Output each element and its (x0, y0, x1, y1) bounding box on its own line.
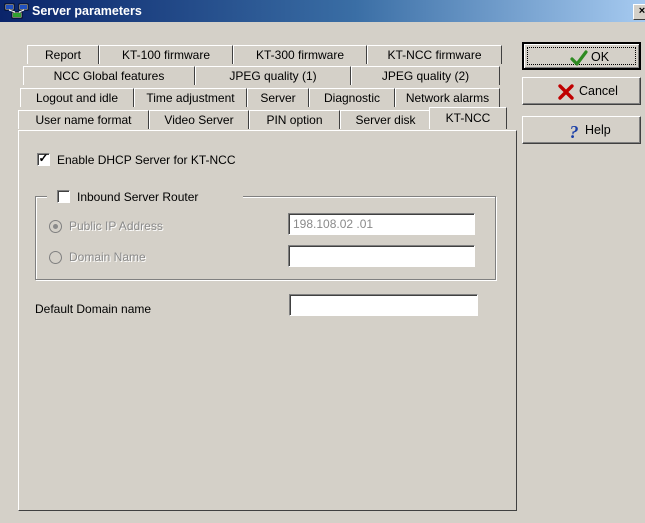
public-ip-radio[interactable] (49, 220, 62, 233)
window-title: Server parameters (32, 4, 142, 18)
tab-video-server[interactable]: Video Server (149, 110, 249, 129)
tab-kt-300-firmware[interactable]: KT-300 firmware (233, 45, 367, 64)
close-button[interactable]: × (633, 4, 645, 20)
ok-label: OK (591, 50, 610, 64)
inbound-server-router-checkbox[interactable] (57, 190, 70, 203)
help-label: Help (585, 123, 611, 137)
checkmark-icon (570, 50, 588, 66)
title-bar[interactable]: Server parameters × (0, 0, 645, 22)
enable-dhcp-label: Enable DHCP Server for KT-NCC (57, 153, 236, 167)
enable-dhcp-checkbox[interactable]: ✓ (37, 151, 50, 166)
tab-kt-ncc-firmware[interactable]: KT-NCC firmware (367, 45, 502, 64)
tab-server[interactable]: Server (247, 88, 309, 107)
inbound-server-router-group (35, 196, 496, 280)
inbound-server-router-label: Inbound Server Router (77, 190, 199, 204)
red-x-icon (558, 84, 574, 100)
tab-time-adjustment[interactable]: Time adjustment (134, 88, 247, 107)
tab-network-alarms[interactable]: Network alarms (395, 88, 500, 107)
tab-server-disk[interactable]: Server disk (340, 110, 431, 129)
default-domain-input[interactable] (289, 294, 478, 316)
public-ip-label: Public IP Address (69, 219, 163, 233)
server-parameters-dialog: Server parameters × Report KT-100 firmwa… (0, 0, 645, 523)
server-network-icon (4, 3, 29, 19)
domain-name-label: Domain Name (69, 250, 146, 264)
ok-button[interactable]: OK (522, 42, 641, 70)
tab-jpeg-quality-1[interactable]: JPEG quality (1) (195, 66, 351, 85)
question-mark-icon: ? (570, 122, 579, 140)
kt-ncc-panel: ✓ Enable DHCP Server for KT-NCC Inbound … (18, 130, 517, 511)
tab-logout-and-idle[interactable]: Logout and idle (20, 88, 134, 107)
svg-text:?: ? (570, 122, 579, 140)
tab-kt-100-firmware[interactable]: KT-100 firmware (99, 45, 233, 64)
tab-diagnostic[interactable]: Diagnostic (309, 88, 395, 107)
domain-name-input[interactable] (288, 245, 475, 267)
tab-pin-option[interactable]: PIN option (249, 110, 340, 129)
default-domain-label: Default Domain name (35, 302, 152, 316)
close-icon: × (638, 5, 645, 17)
tab-ncc-global-features[interactable]: NCC Global features (23, 66, 195, 85)
tab-report[interactable]: Report (27, 45, 99, 64)
cancel-button[interactable]: Cancel (522, 77, 641, 105)
radio-selected-dot (53, 224, 58, 229)
tab-jpeg-quality-2[interactable]: JPEG quality (2) (351, 66, 500, 85)
public-ip-input[interactable]: 198.108.02 .01 (288, 213, 475, 235)
domain-name-radio[interactable] (49, 251, 62, 264)
checkmark-icon: ✓ (38, 151, 49, 165)
help-button[interactable]: ? Help (522, 116, 641, 144)
tab-kt-ncc[interactable]: KT-NCC (429, 107, 507, 129)
cancel-label: Cancel (579, 84, 618, 98)
tab-user-name-format[interactable]: User name format (18, 110, 149, 129)
